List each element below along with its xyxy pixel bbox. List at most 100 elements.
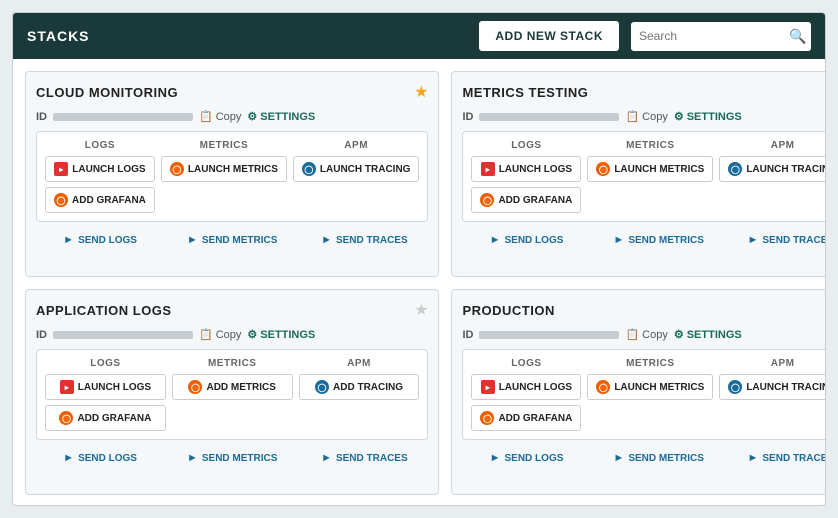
- gear-icon: ⚙: [247, 110, 257, 123]
- launch-logs-button[interactable]: ▸ LAUNCH LOGS: [471, 156, 581, 182]
- metrics-col: METRICS ◯ ADD METRICS: [172, 358, 293, 431]
- grafana-icon: ◯: [480, 411, 494, 425]
- send-traces-link[interactable]: ► SEND TRACES: [727, 234, 825, 246]
- stack-name: METRICS TESTING: [462, 85, 588, 100]
- add-metrics-button[interactable]: ◯ ADD METRICS: [172, 374, 293, 400]
- send-logs-link[interactable]: ► SEND LOGS: [36, 452, 164, 464]
- add-grafana-button[interactable]: ◯ ADD GRAFANA: [45, 187, 155, 213]
- metrics-icon: ◯: [188, 380, 202, 394]
- apm-header: APM: [719, 140, 825, 151]
- stack-header: PRODUCTION ★: [462, 300, 825, 320]
- settings-button[interactable]: ⚙ SETTINGS: [247, 110, 315, 123]
- stack-header: CLOUD MONITORING ★: [36, 82, 428, 102]
- logs-col: LOGS ▸ LAUNCH LOGS ◯ ADD GRAFANA: [45, 358, 166, 431]
- bottom-links: ► SEND LOGS ► SEND METRICS ► SEND TRACES: [462, 230, 825, 248]
- send-arrow-icon: ►: [187, 234, 198, 246]
- gear-icon: ⚙: [247, 328, 257, 341]
- star-icon[interactable]: ★: [414, 300, 428, 320]
- apm-col: APM ◯ LAUNCH TRACING: [719, 358, 825, 431]
- apm-icon: ◯: [315, 380, 329, 394]
- send-logs-link[interactable]: ► SEND LOGS: [36, 234, 164, 246]
- launch-tracing-button[interactable]: ◯ LAUNCH TRACING: [719, 156, 825, 182]
- apm-icon: ◯: [302, 162, 316, 176]
- apm-icon: ◯: [728, 162, 742, 176]
- bottom-links: ► SEND LOGS ► SEND METRICS ► SEND TRACES: [36, 448, 428, 466]
- copy-icon: 📋: [625, 110, 639, 123]
- add-new-stack-button[interactable]: ADD NEW STACK: [479, 21, 619, 51]
- metrics-header: METRICS: [587, 140, 713, 151]
- stack-card-cloud-monitoring: CLOUD MONITORING ★ ID 📋 Copy ⚙ SETTINGS: [25, 71, 439, 277]
- add-grafana-button[interactable]: ◯ ADD GRAFANA: [471, 405, 581, 431]
- add-grafana-button[interactable]: ◯ ADD GRAFANA: [45, 405, 166, 431]
- copy-button[interactable]: 📋 Copy: [625, 328, 667, 341]
- id-bar: [479, 113, 619, 121]
- copy-icon: 📋: [625, 328, 639, 341]
- metrics-col: METRICS ◯ LAUNCH METRICS: [587, 140, 713, 213]
- logs-icon: ▸: [54, 162, 68, 176]
- stack-id-row: ID 📋 Copy ⚙ SETTINGS: [462, 110, 825, 123]
- id-bar: [53, 331, 193, 339]
- launch-metrics-button[interactable]: ◯ LAUNCH METRICS: [587, 156, 713, 182]
- copy-button[interactable]: 📋 Copy: [625, 110, 667, 123]
- send-traces-link[interactable]: ► SEND TRACES: [300, 452, 428, 464]
- top-bar: STACKS ADD NEW STACK 🔍: [13, 13, 825, 59]
- metrics-header: METRICS: [161, 140, 287, 151]
- metrics-header: METRICS: [587, 358, 713, 369]
- send-traces-link[interactable]: ► SEND TRACES: [727, 452, 825, 464]
- logs-col: LOGS ▸ LAUNCH LOGS ◯ ADD GRAFANA: [471, 358, 581, 431]
- copy-button[interactable]: 📋 Copy: [199, 110, 241, 123]
- logs-icon: ▸: [481, 162, 495, 176]
- launch-logs-button[interactable]: ▸ LAUNCH LOGS: [45, 374, 166, 400]
- services-grid: LOGS ▸ LAUNCH LOGS ◯ ADD GRAFANA METRICS: [462, 349, 825, 440]
- search-input[interactable]: [631, 23, 781, 49]
- settings-button[interactable]: ⚙ SETTINGS: [247, 328, 315, 341]
- settings-button[interactable]: ⚙ SETTINGS: [674, 110, 742, 123]
- send-arrow-icon: ►: [187, 452, 198, 464]
- copy-icon: 📋: [199, 328, 213, 341]
- id-label: ID: [462, 111, 473, 123]
- settings-button[interactable]: ⚙ SETTINGS: [674, 328, 742, 341]
- services-grid: LOGS ▸ LAUNCH LOGS ◯ ADD GRAFANA METRICS: [462, 131, 825, 222]
- launch-metrics-button[interactable]: ◯ LAUNCH METRICS: [587, 374, 713, 400]
- launch-logs-button[interactable]: ▸ LAUNCH LOGS: [45, 156, 155, 182]
- send-arrow-icon: ►: [748, 234, 759, 246]
- gear-icon: ⚙: [674, 110, 684, 123]
- bottom-links: ► SEND LOGS ► SEND METRICS ► SEND TRACES: [36, 230, 428, 248]
- send-metrics-link[interactable]: ► SEND METRICS: [168, 234, 296, 246]
- add-tracing-button[interactable]: ◯ ADD TRACING: [299, 374, 420, 400]
- launch-tracing-button[interactable]: ◯ LAUNCH TRACING: [719, 374, 825, 400]
- stack-name: APPLICATION LOGS: [36, 303, 172, 318]
- launch-logs-button[interactable]: ▸ LAUNCH LOGS: [471, 374, 581, 400]
- stack-name: PRODUCTION: [462, 303, 554, 318]
- metrics-icon: ◯: [596, 162, 610, 176]
- search-icon-button[interactable]: 🔍: [781, 22, 811, 51]
- add-grafana-button[interactable]: ◯ ADD GRAFANA: [471, 187, 581, 213]
- stack-header: METRICS TESTING ★: [462, 82, 825, 102]
- launch-tracing-button[interactable]: ◯ LAUNCH TRACING: [293, 156, 420, 182]
- launch-metrics-button[interactable]: ◯ LAUNCH METRICS: [161, 156, 287, 182]
- page-title: STACKS: [27, 28, 467, 44]
- logs-header: LOGS: [471, 358, 581, 369]
- stack-card-production: PRODUCTION ★ ID 📋 Copy ⚙ SETTINGS: [451, 289, 825, 495]
- send-arrow-icon: ►: [490, 452, 501, 464]
- logs-header: LOGS: [45, 140, 155, 151]
- apm-icon: ◯: [728, 380, 742, 394]
- stack-id-row: ID 📋 Copy ⚙ SETTINGS: [36, 110, 428, 123]
- send-metrics-link[interactable]: ► SEND METRICS: [168, 452, 296, 464]
- services-grid: LOGS ▸ LAUNCH LOGS ◯ ADD GRAFANA METRICS: [36, 349, 428, 440]
- copy-button[interactable]: 📋 Copy: [199, 328, 241, 341]
- apm-col: APM ◯ ADD TRACING: [299, 358, 420, 431]
- grafana-icon: ◯: [54, 193, 68, 207]
- send-logs-link[interactable]: ► SEND LOGS: [462, 234, 590, 246]
- send-metrics-link[interactable]: ► SEND METRICS: [595, 452, 723, 464]
- logs-icon: ▸: [60, 380, 74, 394]
- apm-header: APM: [299, 358, 420, 369]
- id-label: ID: [36, 111, 47, 123]
- send-traces-link[interactable]: ► SEND TRACES: [300, 234, 428, 246]
- metrics-icon: ◯: [596, 380, 610, 394]
- send-metrics-link[interactable]: ► SEND METRICS: [595, 234, 723, 246]
- stack-card-metrics-testing: METRICS TESTING ★ ID 📋 Copy ⚙ SETTINGS: [451, 71, 825, 277]
- stacks-grid: CLOUD MONITORING ★ ID 📋 Copy ⚙ SETTINGS: [13, 59, 825, 506]
- star-icon[interactable]: ★: [414, 82, 428, 102]
- send-logs-link[interactable]: ► SEND LOGS: [462, 452, 590, 464]
